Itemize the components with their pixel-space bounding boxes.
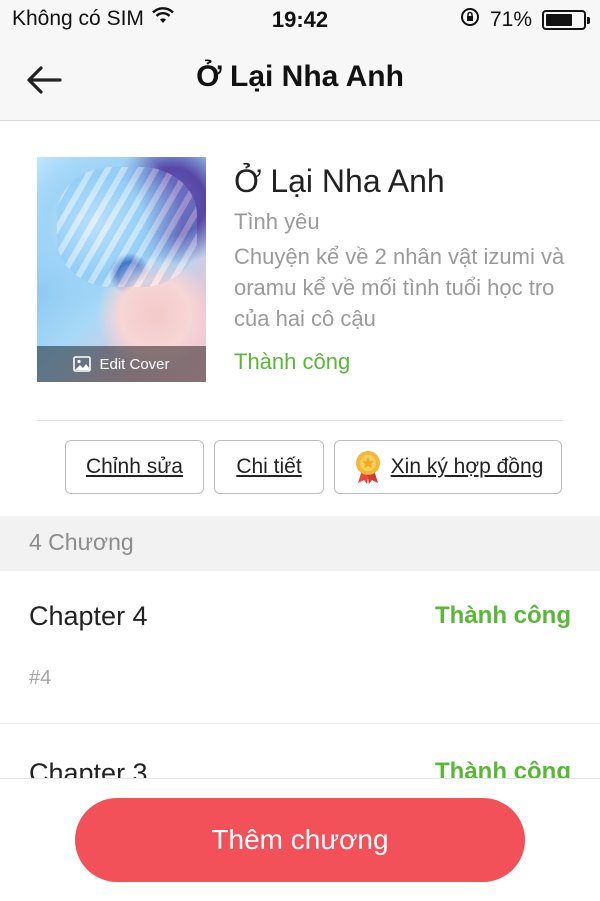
chapter-item[interactable]: Chapter 3 Thành công	[0, 724, 600, 788]
battery-icon	[542, 10, 590, 30]
book-info-section: Edit Cover Ở Lại Nha Anh Tình yêu Chuyện…	[0, 121, 600, 516]
detail-button-label: Chi tiết	[236, 455, 302, 478]
nav-bar: Ở Lại Nha Anh	[0, 40, 600, 121]
book-genre: Tình yêu	[234, 209, 320, 234]
battery-fill	[546, 14, 572, 26]
add-chapter-label: Thêm chương	[211, 824, 389, 855]
contract-request-button[interactable]: Xin ký hợp đồng	[334, 440, 562, 494]
image-icon	[73, 356, 92, 372]
status-right: 71%	[460, 7, 590, 33]
chapter-title: Chapter 4	[29, 601, 148, 631]
chapter-count-label: 4 Chương	[29, 529, 134, 555]
battery-percent: 71%	[489, 8, 532, 31]
book-title: Ở Lại Nha Anh	[234, 163, 445, 199]
add-chapter-button[interactable]: Thêm chương	[75, 798, 525, 882]
chapter-number: #4	[29, 667, 52, 689]
book-status: Thành công	[234, 349, 351, 374]
divider	[37, 420, 563, 421]
chapter-status: Thành công	[435, 602, 571, 629]
edit-button[interactable]: Chỉnh sửa	[65, 440, 204, 494]
rotation-lock-icon	[460, 7, 480, 33]
chapter-item[interactable]: Chapter 4 Thành công #4	[0, 571, 600, 724]
contract-request-label: Xin ký hợp đồng	[390, 455, 544, 478]
bottom-action-bar: Thêm chương	[0, 778, 600, 901]
detail-button[interactable]: Chi tiết	[214, 440, 324, 494]
award-medal-icon	[355, 451, 380, 484]
edit-button-label: Chỉnh sửa	[86, 455, 183, 478]
chapter-count-bar: 4 Chương	[0, 516, 600, 571]
page-title: Ở Lại Nha Anh	[196, 60, 404, 93]
book-description: Chuyện kể về 2 nhân vật izumi và oramu k…	[234, 244, 565, 331]
edit-cover-label: Edit Cover	[99, 355, 170, 373]
book-cover[interactable]: Edit Cover	[37, 157, 206, 382]
status-bar: Không có SIM 19:42 71%	[0, 0, 600, 40]
edit-cover-button[interactable]: Edit Cover	[37, 346, 206, 382]
